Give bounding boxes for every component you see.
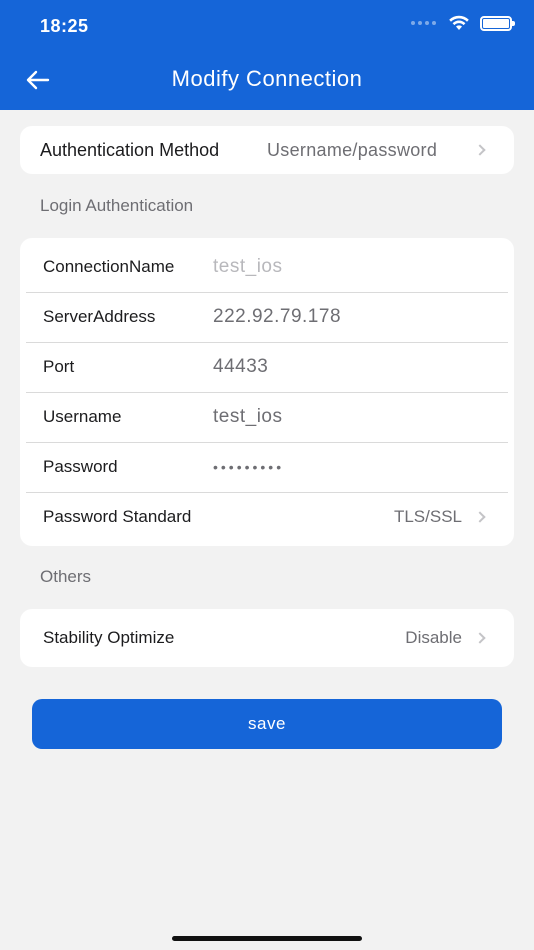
app-header: 18:25 Modify Connection (0, 0, 534, 110)
connection-name-input[interactable]: test_ios (213, 256, 282, 278)
save-button[interactable]: save (32, 699, 502, 749)
chevron-right-icon (474, 632, 486, 644)
status-icons (411, 15, 515, 31)
server-address-row[interactable]: ServerAddress 222.92.79.178 (20, 292, 514, 342)
password-standard-label: Password Standard (43, 507, 192, 526)
chevron-right-icon (474, 144, 486, 156)
auth-method-value: Username/password (267, 139, 438, 160)
arrow-left-icon (26, 70, 50, 90)
port-row[interactable]: Port 44433 (20, 342, 514, 392)
connection-name-row[interactable]: ConnectionName test_ios (20, 242, 514, 292)
wifi-icon (449, 15, 469, 30)
port-label: Port (43, 357, 75, 376)
password-standard-value: TLS/SSL (393, 507, 462, 526)
page-title: Modify Connection (171, 66, 363, 91)
others-card: Stability Optimize Disable (20, 609, 514, 667)
auth-method-label: Authentication Method (40, 139, 220, 160)
server-address-label: ServerAddress (43, 307, 156, 326)
password-row[interactable]: Password ••••••••• (20, 442, 514, 492)
password-input[interactable]: ••••••••• (213, 459, 284, 475)
port-input[interactable]: 44433 (213, 356, 268, 378)
chevron-right-icon (474, 511, 486, 523)
status-time: 18:25 (40, 16, 89, 36)
stability-optimize-value: Disable (405, 628, 462, 647)
stability-optimize-selector[interactable]: Disable (405, 628, 486, 648)
username-input[interactable]: test_ios (213, 406, 282, 428)
connection-name-label: ConnectionName (43, 257, 175, 276)
username-row[interactable]: Username test_ios (20, 392, 514, 442)
stability-optimize-label: Stability Optimize (43, 628, 175, 647)
auth-method-row[interactable]: Authentication Method Username/password (20, 126, 514, 174)
login-card: ConnectionName test_ios ServerAddress 22… (20, 238, 514, 546)
stability-optimize-row[interactable]: Stability Optimize Disable (20, 613, 514, 663)
server-address-input[interactable]: 222.92.79.178 (213, 306, 341, 328)
battery-icon (480, 15, 515, 31)
home-indicator[interactable] (172, 936, 362, 941)
username-label: Username (43, 407, 122, 426)
password-standard-selector[interactable]: TLS/SSL (393, 507, 486, 527)
cellular-signal-icon (411, 21, 436, 25)
section-label-others: Others (40, 567, 92, 586)
password-label: Password (43, 457, 118, 476)
section-label-login: Login Authentication (40, 196, 194, 215)
back-button[interactable] (24, 66, 52, 94)
auth-method-card: Authentication Method Username/password (20, 126, 514, 174)
password-standard-row[interactable]: Password Standard TLS/SSL (20, 492, 514, 542)
